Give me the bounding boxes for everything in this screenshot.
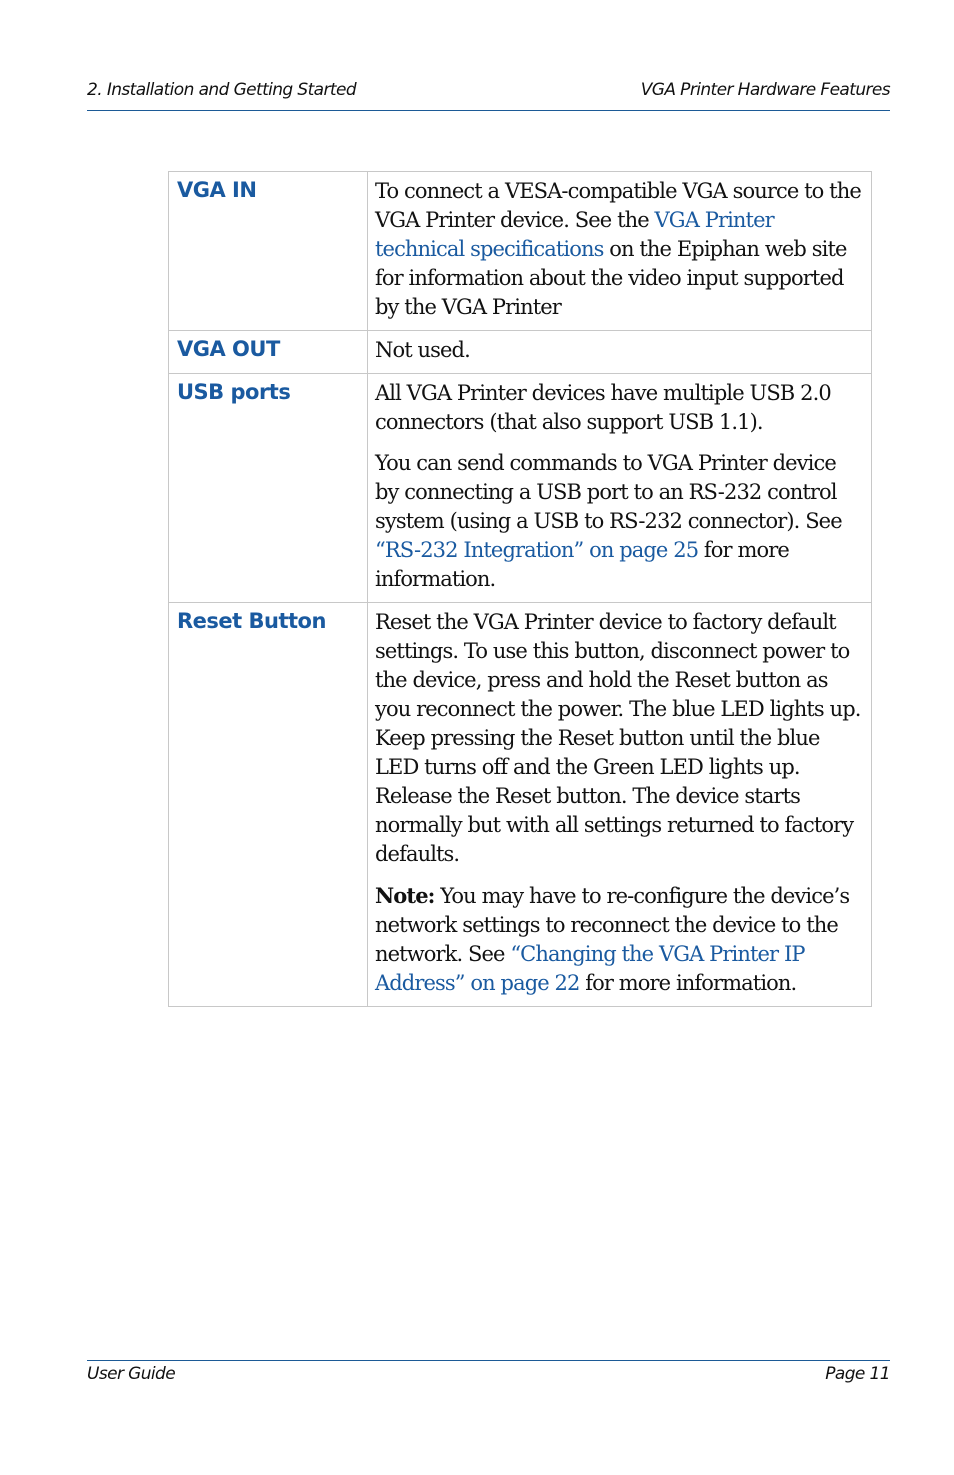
paragraph: All VGA Printer devices have multiple US… (375, 381, 832, 434)
note-paragraph: Note: You may have to re-configure the d… (375, 881, 863, 998)
note-label: Note: (375, 883, 435, 908)
table-row: VGA IN To connect a VESA-compatible VGA … (168, 171, 872, 331)
text: for more information. (579, 971, 797, 995)
term-vga-in: VGA IN (168, 171, 368, 331)
paragraph: Not used. (375, 338, 471, 362)
term-reset-button: Reset Button (168, 602, 368, 1007)
term-vga-out: VGA OUT (168, 330, 368, 374)
description-vga-in: To connect a VESA-compatible VGA source … (367, 171, 872, 331)
page-header: 2. Installation and Getting Started VGA … (87, 80, 891, 111)
paragraph: Reset the VGA Printer device to factory … (375, 610, 861, 866)
page-number: Page 11 (825, 1364, 890, 1384)
text: To connect a VESA-compatible VGA source … (375, 179, 862, 232)
chapter-title: 2. Installation and Getting Started (87, 80, 357, 100)
section-title: VGA Printer Hardware Features (640, 80, 891, 100)
page-footer: User Guide Page 11 (87, 1360, 891, 1393)
term-usb-ports: USB ports (168, 373, 368, 603)
table-row: Reset Button Reset the VGA Printer devic… (168, 602, 872, 1007)
description-vga-out: Not used. (367, 330, 872, 374)
table-row: VGA OUT Not used. (168, 330, 872, 374)
table-row: USB ports All VGA Printer devices have m… (168, 373, 872, 603)
text: You can send commands to VGA Printer dev… (375, 451, 843, 533)
description-reset-button: Reset the VGA Printer device to factory … (367, 602, 872, 1007)
document-name: User Guide (87, 1364, 176, 1384)
paragraph: To connect a VESA-compatible VGA source … (375, 177, 863, 322)
link-rs232-integration[interactable]: “RS-232 Integration” on page 25 (375, 538, 699, 562)
paragraph: You can send commands to VGA Printer dev… (375, 449, 863, 594)
hardware-features-table: VGA IN To connect a VESA-compatible VGA … (168, 171, 872, 1007)
description-usb-ports: All VGA Printer devices have multiple US… (367, 373, 872, 603)
